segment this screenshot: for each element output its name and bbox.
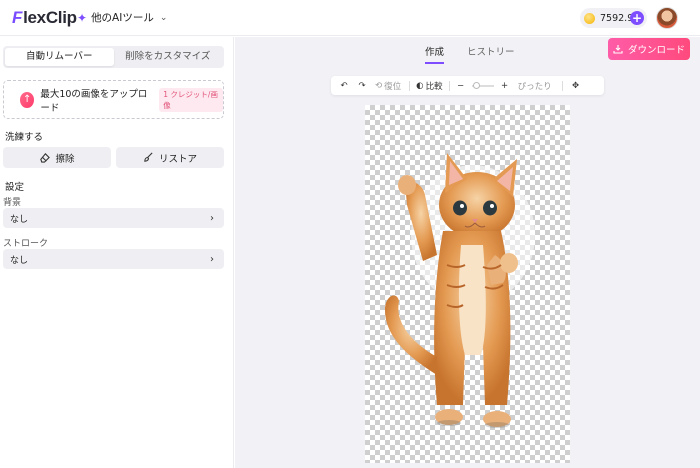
settings-title: 設定 bbox=[5, 182, 25, 193]
download-icon bbox=[613, 45, 623, 54]
download-label: ダウンロード bbox=[627, 45, 685, 56]
background-value: なし bbox=[10, 214, 29, 225]
avatar[interactable] bbox=[656, 7, 678, 29]
move-icon[interactable]: ✥ bbox=[567, 76, 585, 95]
upload-area[interactable]: ↑ 最大10の画像をアップロード 1 クレジット/画像 bbox=[3, 80, 224, 119]
reset-label: 復位 bbox=[384, 81, 402, 92]
brush-icon bbox=[144, 152, 153, 162]
toolbar-divider bbox=[448, 80, 450, 91]
eraser-icon bbox=[40, 153, 51, 163]
left-panel: 自動リムーバー 削除をカスタマイズ ↑ 最大10の画像をアップロード 1 クレジ… bbox=[0, 37, 234, 468]
download-button[interactable]: ダウンロード bbox=[608, 38, 690, 60]
background-select[interactable]: なし › bbox=[3, 208, 224, 228]
zoom-in-icon[interactable]: + bbox=[498, 76, 512, 95]
stroke-value: なし bbox=[10, 255, 29, 266]
zoom-out-icon[interactable]: − bbox=[454, 76, 468, 95]
add-credits-button[interactable]: + bbox=[630, 11, 644, 25]
compare-label: 比較 bbox=[425, 81, 443, 92]
chevron-down-icon: ⌄ bbox=[159, 12, 168, 23]
ai-tools-menu[interactable]: ✦ 他のAIツール ⌄ bbox=[77, 10, 167, 25]
coin-icon bbox=[584, 12, 595, 24]
tab-custom-remove[interactable]: 削除をカスタマイズ bbox=[114, 48, 223, 66]
restore-button[interactable]: リストア bbox=[116, 147, 224, 168]
zoom-slider[interactable] bbox=[471, 81, 494, 89]
cat-image bbox=[385, 153, 535, 428]
editor-canvas-area: 作成 ヒストリー ダウンロード ↶ ↷ ⟲ 復位 ◐ 比較 − + ぴったり ✥ bbox=[235, 37, 700, 468]
upload-label: 最大10の画像をアップロード bbox=[40, 88, 148, 114]
fit-button[interactable]: ぴったり bbox=[512, 76, 558, 95]
tab-create[interactable]: 作成 bbox=[425, 44, 445, 64]
erase-label: 擦除 bbox=[55, 153, 75, 165]
compare-button[interactable]: ◐ 比較 bbox=[414, 76, 444, 95]
tab-auto-remover[interactable]: 自動リムーバー bbox=[5, 48, 114, 66]
top-bar: FlexClip ✦ 他のAIツール ⌄ 7592.9 + bbox=[0, 0, 700, 36]
refine-title: 洗練する bbox=[5, 132, 44, 143]
tab-history[interactable]: ヒストリー bbox=[467, 44, 515, 58]
reset-button[interactable]: ⟲ 復位 bbox=[371, 76, 405, 95]
compare-icon: ◐ bbox=[416, 80, 424, 91]
undo-icon[interactable]: ↶ bbox=[335, 76, 353, 95]
background-label: 背景 bbox=[3, 198, 22, 208]
toolbar-divider bbox=[561, 80, 563, 91]
stroke-label: ストローク bbox=[3, 239, 49, 249]
flexclip-logo[interactable]: FlexClip bbox=[12, 8, 77, 28]
stroke-select[interactable]: なし › bbox=[3, 249, 224, 269]
redo-icon[interactable]: ↷ bbox=[353, 76, 371, 95]
tab-create-label: 作成 bbox=[425, 47, 445, 58]
canvas-toolbar: ↶ ↷ ⟲ 復位 ◐ 比較 − + ぴったり ✥ bbox=[331, 76, 604, 95]
active-tab-underline bbox=[425, 62, 445, 64]
credits-value: 7592.9 bbox=[600, 12, 634, 24]
result-image[interactable] bbox=[365, 105, 570, 463]
mode-tabs: 自動リムーバー 削除をカスタマイズ bbox=[3, 46, 224, 68]
chevron-right-icon: › bbox=[210, 253, 214, 265]
upload-icon: ↑ bbox=[20, 91, 35, 108]
restore-label: リストア bbox=[158, 153, 197, 165]
ai-tools-label: 他のAIツール bbox=[91, 12, 154, 24]
zoom-slider-knob[interactable] bbox=[473, 81, 481, 89]
sparkle-icon: ✦ bbox=[77, 10, 88, 25]
logo-accent: F bbox=[12, 8, 23, 27]
credit-badge: 1 クレジット/画像 bbox=[159, 87, 223, 112]
erase-button[interactable]: 擦除 bbox=[3, 147, 111, 168]
reset-icon: ⟲ bbox=[375, 80, 383, 91]
credits-indicator[interactable]: 7592.9 + bbox=[580, 8, 647, 28]
chevron-right-icon: › bbox=[210, 212, 214, 224]
toolbar-divider bbox=[409, 80, 411, 91]
logo-text: lexClip bbox=[23, 8, 77, 27]
